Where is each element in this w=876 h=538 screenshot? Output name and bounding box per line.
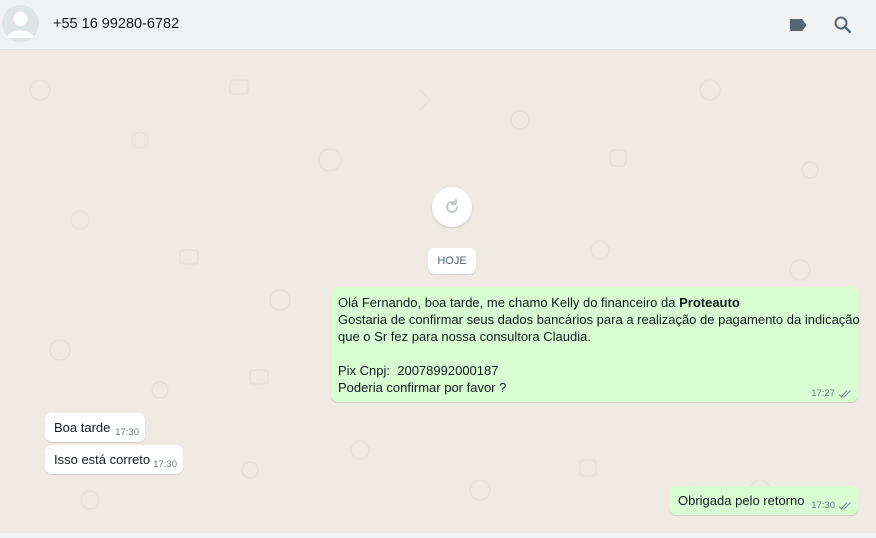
chat-header: +55 16 99280-6782 xyxy=(0,0,876,50)
message-meta: 17:30 xyxy=(811,500,852,511)
message-line xyxy=(338,345,851,362)
message-time: 17:30 xyxy=(811,500,835,511)
default-user-avatar-icon xyxy=(2,5,39,42)
message-text: Boa tarde xyxy=(54,420,111,435)
incoming-message[interactable]: Boa tarde 17:30 xyxy=(45,413,145,442)
message-text: Isso está correto xyxy=(54,452,151,467)
message-meta: 17:30 xyxy=(115,427,139,438)
composer-bar xyxy=(0,532,876,538)
labels-button[interactable] xyxy=(786,13,810,37)
tag-icon xyxy=(790,19,807,31)
message-bold-text: Proteauto xyxy=(679,295,740,310)
double-check-icon xyxy=(838,501,851,510)
load-older-messages-button[interactable] xyxy=(432,187,472,227)
message-time: 17:30 xyxy=(115,427,139,438)
message-time: 17:27 xyxy=(811,388,835,399)
message-meta: 17:30 xyxy=(153,459,177,470)
incoming-message[interactable]: Isso está correto 17:30 xyxy=(45,445,183,474)
message-line: Gostaria de confirmar seus dados bancári… xyxy=(338,312,860,327)
message-text: Obrigada pelo retorno xyxy=(678,493,805,508)
message-line: Pix Cnpj: 20078992000187 xyxy=(338,363,499,378)
refresh-icon xyxy=(446,199,458,213)
double-check-icon xyxy=(838,389,851,398)
outgoing-message[interactable]: Obrigada pelo retorno 17:30 xyxy=(669,486,858,515)
message-line: Olá Fernando, boa tarde, me chamo Kelly … xyxy=(338,294,851,311)
message-text: Olá Fernando, boa tarde, me chamo Kelly … xyxy=(338,295,680,310)
contact-name[interactable]: +55 16 99280-6782 xyxy=(53,16,179,32)
date-separator: HOJE xyxy=(428,248,476,274)
contact-avatar[interactable] xyxy=(2,5,39,42)
message-meta: 17:27 xyxy=(811,388,852,399)
message-time: 17:30 xyxy=(153,459,177,470)
search-button[interactable] xyxy=(831,13,855,37)
chat-area[interactable]: HOJE Olá Fernando, boa tarde, me chamo K… xyxy=(0,50,876,532)
message-line: que o Sr fez para nossa consultora Claud… xyxy=(338,329,591,344)
message-line: Poderia confirmar por favor ? xyxy=(338,380,507,395)
outgoing-message[interactable]: Olá Fernando, boa tarde, me chamo Kelly … xyxy=(331,287,860,402)
search-icon xyxy=(834,16,852,34)
